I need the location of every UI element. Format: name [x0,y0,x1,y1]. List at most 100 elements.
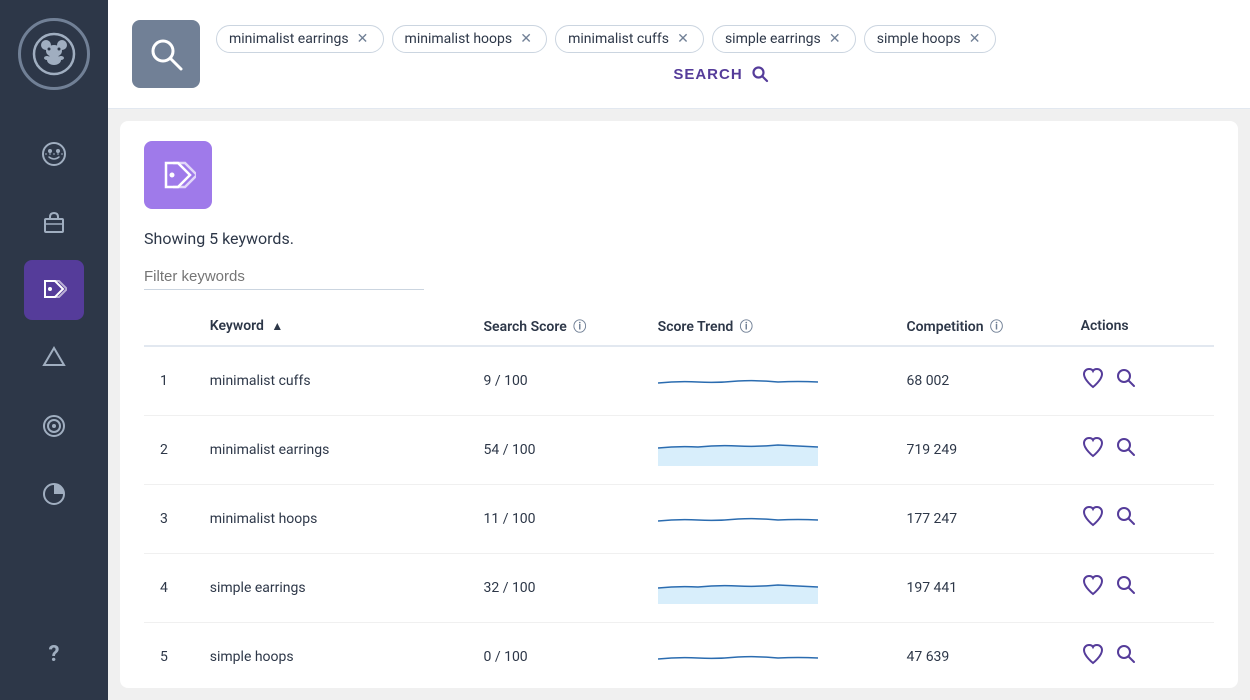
tag-label: minimalist earrings [229,31,349,47]
search-detail-icon[interactable] [1115,574,1137,602]
col-header-search-score: Search Score ⓘ [467,306,641,346]
table-row: 4 simple earrings 32 / 100 197 441 [144,554,1214,623]
keyword-cell: simple earrings [194,554,468,623]
action-icons [1081,435,1198,465]
tag-close-simple-hoops[interactable]: ✕ [967,31,983,47]
sidebar-logo [0,0,108,108]
keyword-cell: simple hoops [194,623,468,689]
row-num: 4 [144,554,194,623]
search-score-info-icon[interactable]: ⓘ [573,320,586,335]
keyword-cell: minimalist hoops [194,485,468,554]
col-header-competition: Competition ⓘ [890,306,1064,346]
action-icons [1081,504,1198,534]
sidebar-item-shapes[interactable] [24,328,84,388]
sidebar-item-analytics[interactable] [24,464,84,524]
tag-simple-earrings[interactable]: simple earrings ✕ [712,25,856,53]
tags-icon-box [144,141,212,209]
search-score-cell: 11 / 100 [467,485,641,554]
tag-minimalist-cuffs[interactable]: minimalist cuffs ✕ [555,25,704,53]
tag-close-minimalist-cuffs[interactable]: ✕ [675,31,691,47]
table-row: 5 simple hoops 0 / 100 47 639 [144,623,1214,689]
tag-label: simple hoops [877,31,961,47]
action-icons [1081,642,1198,672]
competition-cell: 177 247 [890,485,1064,554]
actions-cell [1065,623,1214,689]
col-keyword-label: Keyword [210,318,264,334]
row-num: 3 [144,485,194,554]
help-icon: ? [49,642,60,667]
favorite-icon[interactable] [1081,504,1105,534]
keyword-cell: minimalist earrings [194,416,468,485]
showing-text: Showing 5 keywords. [144,229,1214,248]
search-button[interactable]: SEARCH [673,65,768,83]
table-row: 1 minimalist cuffs 9 / 100 68 002 [144,346,1214,416]
search-section: minimalist earrings ✕ minimalist hoops ✕… [108,0,1250,109]
competition-info-icon[interactable]: ⓘ [990,320,1003,335]
sidebar-help[interactable]: ? [24,624,84,684]
table-row: 3 minimalist hoops 11 / 100 177 247 [144,485,1214,554]
search-detail-icon[interactable] [1115,367,1137,395]
score-trend-cell [642,554,891,623]
tag-label: minimalist hoops [405,31,513,47]
keywords-table: Keyword ▲ Search Score ⓘ Score Trend ⓘ C… [144,306,1214,688]
sidebar-item-help[interactable]: ? [24,624,84,684]
search-button-label: SEARCH [673,66,742,83]
keyword-cell: minimalist cuffs [194,346,468,416]
score-trend-cell [642,416,891,485]
search-score-cell: 0 / 100 [467,623,641,689]
search-detail-icon[interactable] [1115,436,1137,464]
main-content: minimalist earrings ✕ minimalist hoops ✕… [108,0,1250,700]
sidebar-item-shop[interactable] [24,192,84,252]
actions-cell [1065,346,1214,416]
competition-cell: 197 441 [890,554,1064,623]
search-icon-box [132,20,200,88]
col-header-actions: Actions [1065,306,1214,346]
search-detail-icon[interactable] [1115,505,1137,533]
sidebar-item-tags[interactable] [24,260,84,320]
tags-container: minimalist earrings ✕ minimalist hoops ✕… [216,25,1226,53]
table-row: 2 minimalist earrings 54 / 100 719 249 [144,416,1214,485]
score-trend-cell [642,485,891,554]
results-section: Showing 5 keywords. Keyword ▲ Search Sco… [120,121,1238,688]
sidebar-item-target[interactable] [24,396,84,456]
row-num: 1 [144,346,194,416]
favorite-icon[interactable] [1081,366,1105,396]
search-score-cell: 9 / 100 [467,346,641,416]
row-num: 2 [144,416,194,485]
favorite-icon[interactable] [1081,642,1105,672]
tag-minimalist-earrings[interactable]: minimalist earrings ✕ [216,25,384,53]
score-trend-cell [642,623,891,689]
competition-cell: 719 249 [890,416,1064,485]
filter-input[interactable] [144,264,424,290]
tag-close-simple-earrings[interactable]: ✕ [827,31,843,47]
tag-close-minimalist-earrings[interactable]: ✕ [355,31,371,47]
actions-cell [1065,554,1214,623]
col-header-score-trend: Score Trend ⓘ [642,306,891,346]
search-button-row: SEARCH [216,65,1226,83]
favorite-icon[interactable] [1081,573,1105,603]
tag-close-minimalist-hoops[interactable]: ✕ [518,31,534,47]
actions-cell [1065,416,1214,485]
action-icons [1081,573,1198,603]
search-score-cell: 54 / 100 [467,416,641,485]
sidebar-item-dashboard[interactable] [24,124,84,184]
tag-label: simple earrings [725,31,821,47]
competition-cell: 68 002 [890,346,1064,416]
col-header-num [144,306,194,346]
logo-icon [18,18,90,90]
sidebar: ? [0,0,108,700]
actions-cell [1065,485,1214,554]
score-trend-cell [642,346,891,416]
competition-cell: 47 639 [890,623,1064,689]
tag-minimalist-hoops[interactable]: minimalist hoops ✕ [392,25,548,53]
search-right: minimalist earrings ✕ minimalist hoops ✕… [216,25,1226,83]
sidebar-navigation [0,108,108,540]
search-detail-icon[interactable] [1115,643,1137,671]
score-trend-info-icon[interactable]: ⓘ [740,320,753,335]
col-header-keyword[interactable]: Keyword ▲ [194,306,468,346]
tag-simple-hoops[interactable]: simple hoops ✕ [864,25,996,53]
filter-section [144,264,1214,306]
favorite-icon[interactable] [1081,435,1105,465]
action-icons [1081,366,1198,396]
row-num: 5 [144,623,194,689]
